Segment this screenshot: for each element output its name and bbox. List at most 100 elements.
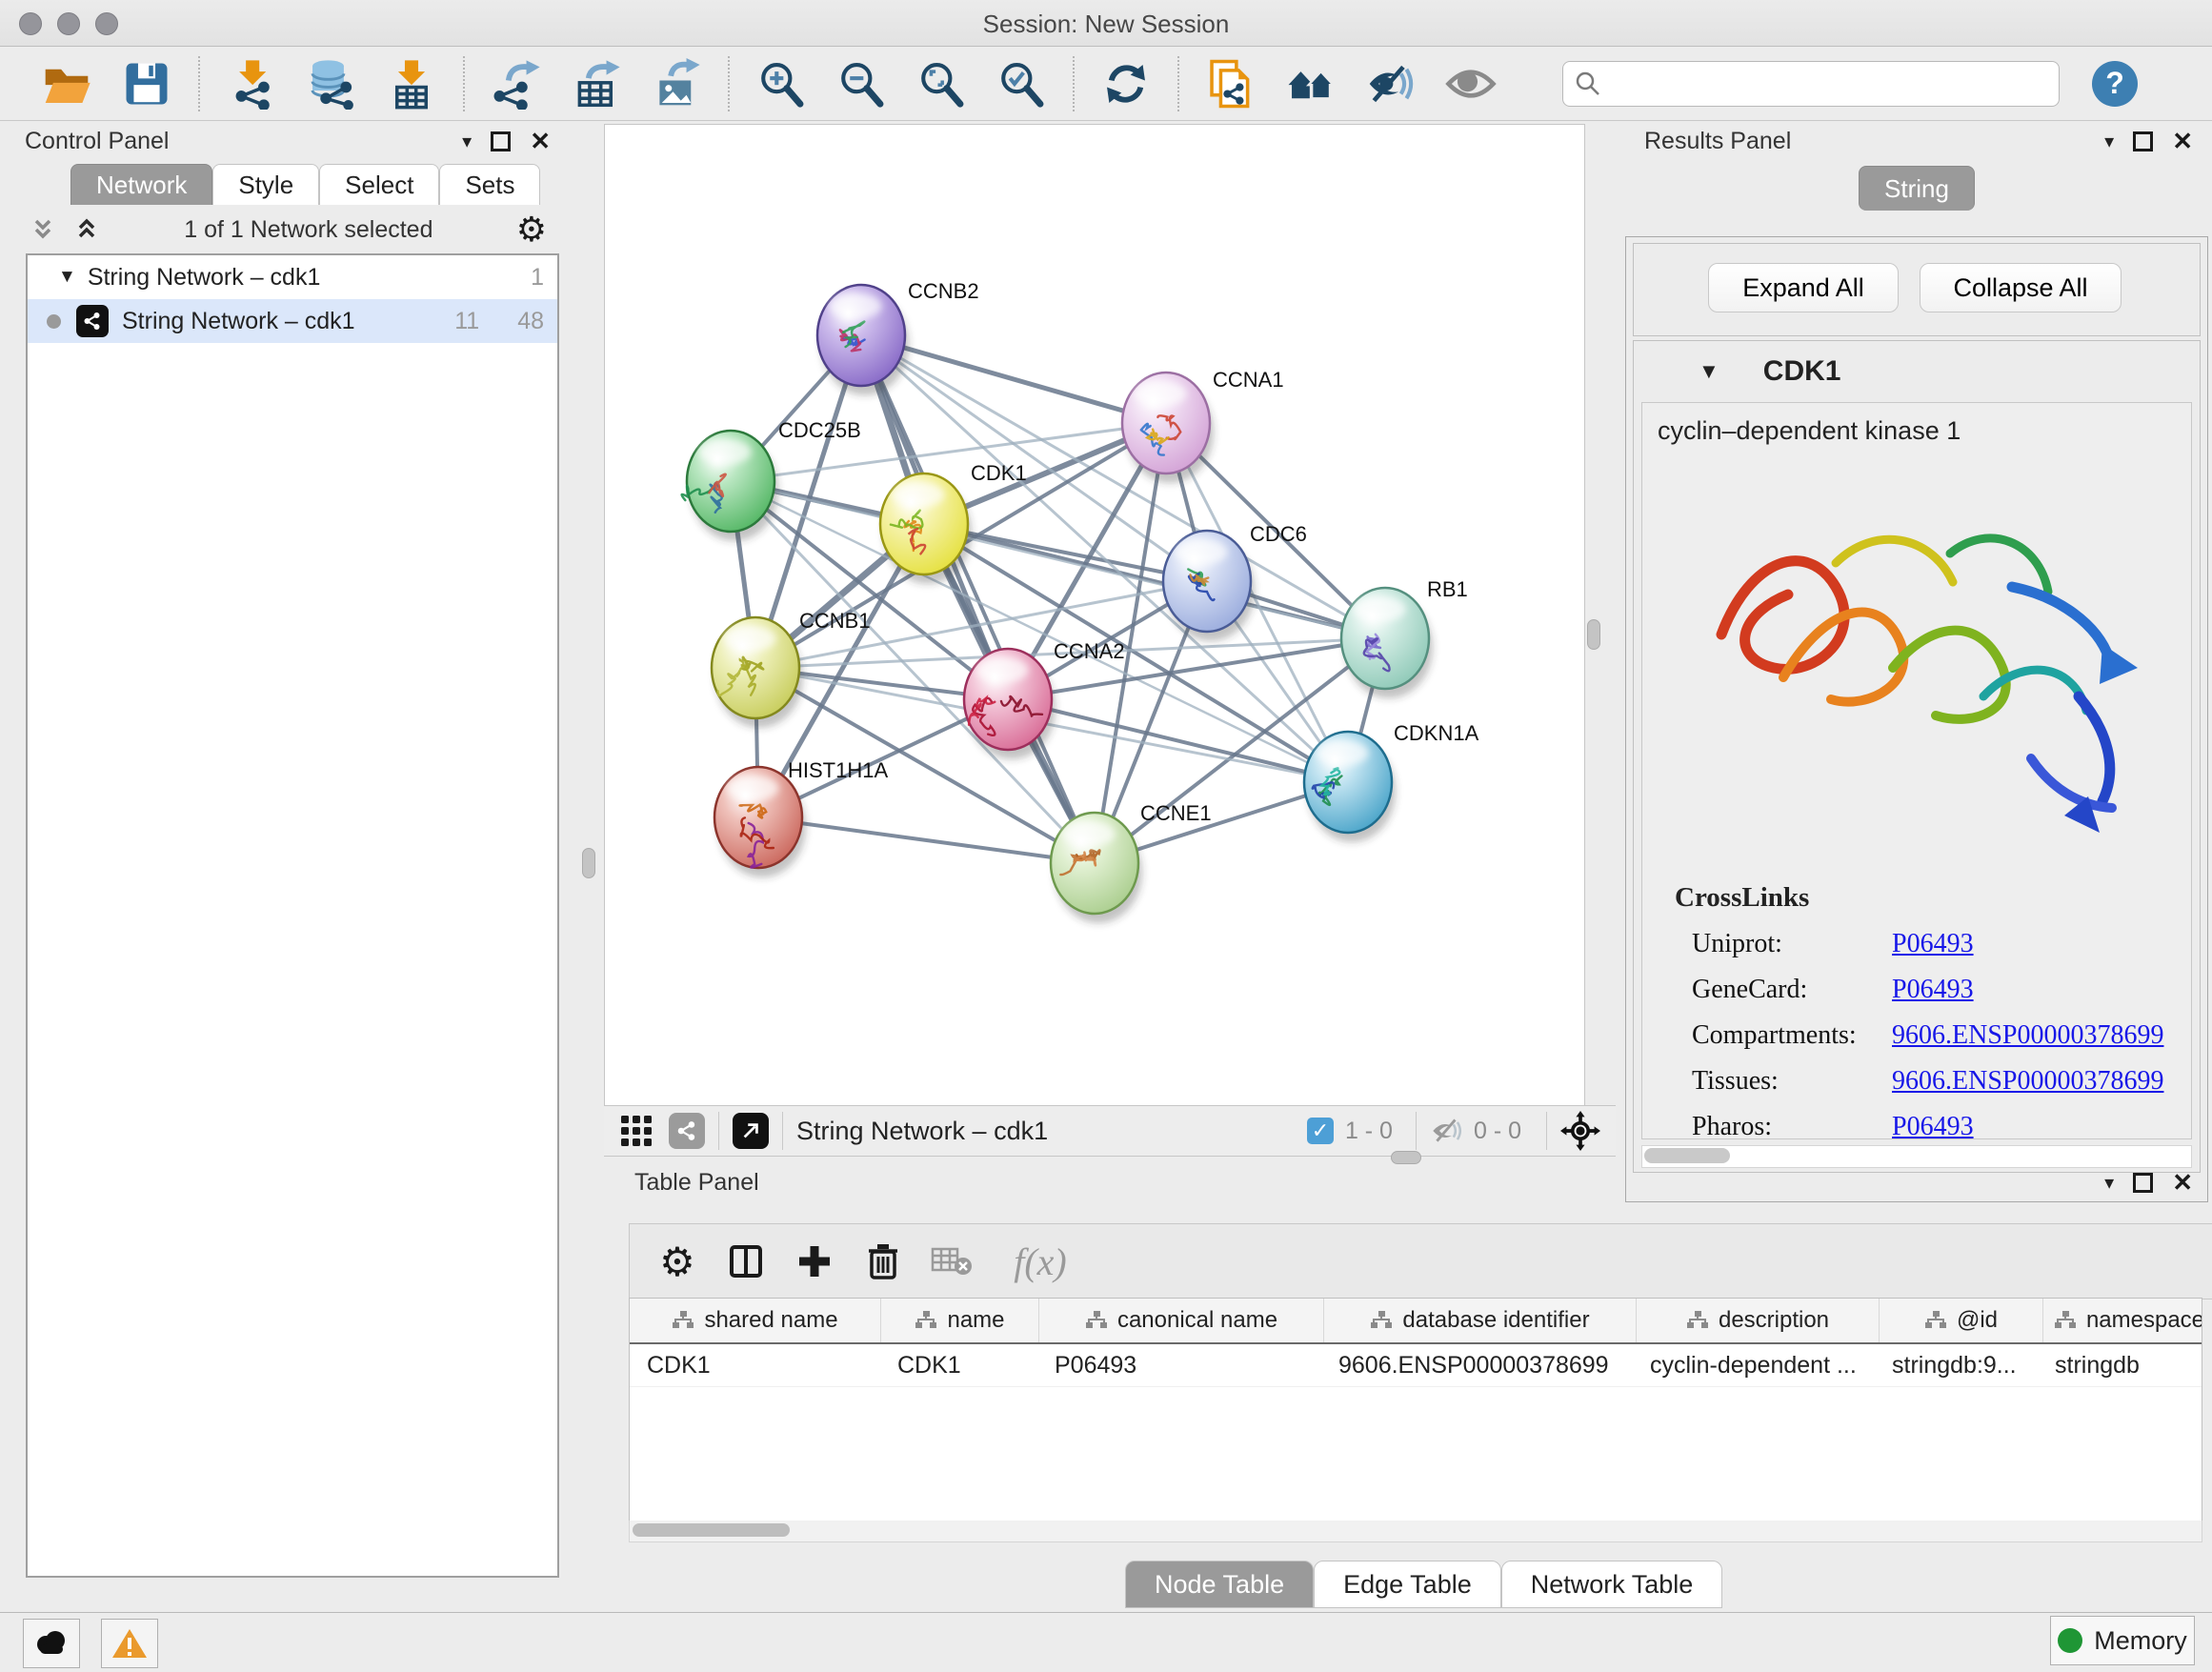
network-node-CCNB1[interactable] bbox=[712, 617, 803, 728]
table-panel-float-icon[interactable] bbox=[2133, 1173, 2153, 1193]
results-panel-collapse-icon[interactable]: ▾ bbox=[2104, 130, 2114, 153]
network-share-view-icon[interactable] bbox=[669, 1113, 705, 1149]
import-network-file-button[interactable] bbox=[225, 57, 278, 111]
network-node-CCNB2[interactable] bbox=[817, 285, 909, 395]
delete-column-button[interactable] bbox=[860, 1239, 906, 1284]
network-node-CDK1[interactable] bbox=[880, 473, 972, 584]
crosslink-link[interactable]: P06493 bbox=[1892, 1112, 1974, 1142]
network-row[interactable]: String Network – cdk1 11 48 bbox=[28, 299, 557, 343]
search-input[interactable] bbox=[1611, 70, 2047, 98]
network-node-HIST1H1A[interactable] bbox=[714, 767, 806, 877]
left-splitter-handle[interactable] bbox=[582, 848, 595, 878]
memory-button[interactable]: Memory bbox=[2050, 1616, 2195, 1665]
column-header-2[interactable]: canonical name bbox=[1039, 1299, 1324, 1342]
zoom-fit-button[interactable] bbox=[915, 57, 968, 111]
tab-style[interactable]: Style bbox=[212, 164, 319, 205]
network-canvas[interactable]: CCNB2CCNA1CDC25BCDK1CDC6RB1CCNB1CCNA2CDK… bbox=[604, 124, 1585, 1106]
warnings-button[interactable] bbox=[101, 1619, 158, 1668]
export-image-button[interactable] bbox=[650, 57, 703, 111]
table-cell[interactable]: cyclin-dependent ... bbox=[1633, 1344, 1875, 1386]
table-cell[interactable]: 9606.ENSP00000378699 bbox=[1321, 1344, 1633, 1386]
table-panel-collapse-icon[interactable]: ▾ bbox=[2104, 1171, 2114, 1195]
network-node-CCNA2[interactable] bbox=[964, 649, 1056, 759]
column-header-5[interactable]: @id bbox=[1880, 1299, 2043, 1342]
table-cell[interactable]: stringdb bbox=[2038, 1344, 2202, 1386]
tab-node-table[interactable]: Node Table bbox=[1125, 1561, 1314, 1608]
network-collection-row[interactable]: ▼ String Network – cdk1 1 bbox=[28, 255, 557, 299]
column-header-0[interactable]: shared name bbox=[630, 1299, 881, 1342]
tab-string[interactable]: String bbox=[1859, 166, 1975, 211]
zoom-in-button[interactable] bbox=[754, 57, 808, 111]
network-options-gear-icon[interactable]: ⚙ bbox=[516, 210, 547, 250]
table-cell[interactable]: CDK1 bbox=[630, 1344, 880, 1386]
column-header-1[interactable]: name bbox=[881, 1299, 1039, 1342]
cloud-status-button[interactable] bbox=[23, 1619, 80, 1668]
network-node-CDKN1A[interactable] bbox=[1304, 732, 1396, 842]
network-node-CCNE1[interactable] bbox=[1051, 813, 1142, 923]
import-table-button[interactable] bbox=[385, 57, 438, 111]
crosslink-link[interactable]: 9606.ENSP00000378699 bbox=[1892, 1066, 2163, 1097]
crosslink-link[interactable]: P06493 bbox=[1892, 929, 1974, 959]
delete-table-button[interactable] bbox=[929, 1239, 975, 1284]
function-builder-button[interactable]: f(x) bbox=[997, 1239, 1083, 1284]
network-edge[interactable] bbox=[758, 817, 1095, 863]
tab-select[interactable]: Select bbox=[319, 164, 439, 205]
show-all-button[interactable] bbox=[1444, 57, 1498, 111]
apply-layout-button[interactable] bbox=[1099, 57, 1153, 111]
table-hscrollbar[interactable] bbox=[629, 1521, 2202, 1542]
show-columns-button[interactable] bbox=[723, 1239, 769, 1284]
table-row[interactable]: CDK1CDK1P064939606.ENSP00000378699cyclin… bbox=[630, 1344, 2202, 1387]
export-table-button[interactable] bbox=[570, 57, 623, 111]
import-network-database-button[interactable] bbox=[305, 57, 358, 111]
crosslink-link[interactable]: 9606.ENSP00000378699 bbox=[1892, 1020, 2163, 1051]
crosslink-link[interactable]: P06493 bbox=[1892, 975, 1974, 1005]
table-panel-close-icon[interactable]: ✕ bbox=[2172, 1170, 2193, 1195]
table-settings-button[interactable]: ⚙ bbox=[654, 1239, 700, 1284]
tab-sets[interactable]: Sets bbox=[439, 164, 540, 205]
collapse-all-chevron-icon[interactable] bbox=[29, 215, 57, 244]
grid-view-icon[interactable] bbox=[619, 1114, 654, 1148]
zoom-selected-button[interactable] bbox=[995, 57, 1048, 111]
expand-all-button[interactable]: Expand All bbox=[1708, 263, 1899, 312]
help-button[interactable]: ? bbox=[2092, 61, 2138, 107]
network-node-CCNA1[interactable] bbox=[1122, 373, 1214, 483]
column-header-4[interactable]: description bbox=[1637, 1299, 1880, 1342]
table-cell[interactable]: stringdb:9... bbox=[1875, 1344, 2038, 1386]
save-session-button[interactable] bbox=[120, 57, 173, 111]
search-box[interactable] bbox=[1562, 61, 2060, 107]
tab-edge-table[interactable]: Edge Table bbox=[1314, 1561, 1501, 1608]
network-edge[interactable] bbox=[861, 335, 1095, 863]
export-network-button[interactable] bbox=[490, 57, 543, 111]
collapse-all-button[interactable]: Collapse All bbox=[1920, 263, 2122, 312]
create-column-button[interactable] bbox=[792, 1239, 837, 1284]
tab-network-table[interactable]: Network Table bbox=[1501, 1561, 1723, 1608]
first-neighbors-button[interactable] bbox=[1284, 57, 1337, 111]
results-hscrollbar-thumb[interactable] bbox=[1644, 1148, 1730, 1163]
control-panel-float-icon[interactable] bbox=[491, 131, 511, 151]
right-splitter-handle[interactable] bbox=[1587, 619, 1600, 650]
control-panel-collapse-icon[interactable]: ▾ bbox=[462, 130, 472, 153]
hide-selected-button[interactable] bbox=[1364, 57, 1418, 111]
birds-eye-pan-icon[interactable] bbox=[1560, 1111, 1600, 1151]
tab-network[interactable]: Network bbox=[70, 164, 212, 205]
bottom-splitter-handle[interactable] bbox=[1391, 1151, 1421, 1164]
table-cell[interactable]: CDK1 bbox=[880, 1344, 1037, 1386]
network-node-RB1[interactable] bbox=[1341, 588, 1433, 698]
new-network-from-selection-button[interactable] bbox=[1204, 57, 1257, 111]
expand-all-chevron-icon[interactable] bbox=[72, 215, 101, 244]
node-card-header[interactable]: ▼ CDK1 bbox=[1634, 341, 2200, 402]
collection-expander-icon[interactable]: ▼ bbox=[58, 267, 76, 288]
table-cell[interactable]: P06493 bbox=[1037, 1344, 1321, 1386]
open-in-new-window-icon[interactable] bbox=[733, 1113, 769, 1149]
selected-checkbox-icon[interactable]: ✓ bbox=[1307, 1118, 1334, 1144]
node-card-expander-icon[interactable]: ▼ bbox=[1699, 359, 1719, 384]
results-panel-float-icon[interactable] bbox=[2133, 131, 2153, 151]
column-header-6[interactable]: namespace bbox=[2043, 1299, 2202, 1342]
table-hscrollbar-thumb[interactable] bbox=[633, 1523, 790, 1537]
open-session-button[interactable] bbox=[40, 57, 93, 111]
network-node-CDC25B[interactable] bbox=[682, 431, 778, 541]
column-header-3[interactable]: database identifier bbox=[1324, 1299, 1637, 1342]
zoom-out-button[interactable] bbox=[835, 57, 888, 111]
control-panel-close-icon[interactable]: ✕ bbox=[530, 129, 551, 153]
results-panel-close-icon[interactable]: ✕ bbox=[2172, 129, 2193, 153]
